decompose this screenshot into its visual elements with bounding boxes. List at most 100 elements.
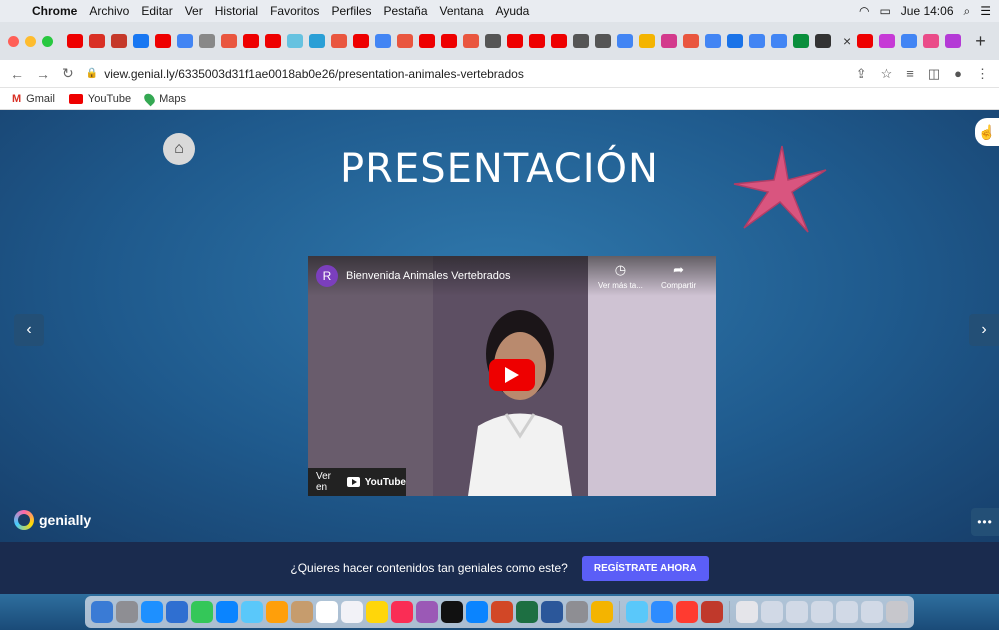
tab-favicon[interactable] [331,34,347,48]
tab-favicon[interactable] [749,34,765,48]
channel-avatar[interactable]: R [316,265,338,287]
menu-pestana[interactable]: Pestaña [383,4,427,18]
document-thumbnail-icon[interactable] [786,601,808,623]
new-tab-button[interactable]: + [975,31,986,52]
tab-favicon[interactable] [923,34,940,48]
tab-favicon[interactable] [265,34,281,48]
tab-favicon[interactable] [155,34,171,48]
touch-interaction-icon[interactable]: ☝ [975,118,999,146]
menu-ayuda[interactable]: Ayuda [496,4,530,18]
genially-brand-link[interactable]: genially [14,510,91,530]
tab-favicon[interactable] [639,34,655,48]
menu-ver[interactable]: Ver [185,4,203,18]
tab-favicon[interactable] [419,34,435,48]
tab-favicon[interactable] [793,34,809,48]
reading-list-icon[interactable]: ≡ [906,66,914,82]
dictionary-icon[interactable] [701,601,723,623]
menu-editar[interactable]: Editar [141,4,172,18]
document-thumbnail-icon[interactable] [761,601,783,623]
contacts-icon[interactable] [291,601,313,623]
tab-favicon[interactable] [529,34,545,48]
battery-icon[interactable]: ▭ [879,4,890,18]
calendar-icon[interactable] [316,601,338,623]
tab-favicon[interactable] [661,34,677,48]
maps-icon[interactable] [241,601,263,623]
tab-favicon[interactable] [397,34,413,48]
register-now-button[interactable]: REGÍSTRATE AHORA [581,555,709,581]
tab-favicon[interactable] [705,34,721,48]
chrome-icon[interactable] [591,601,613,623]
menu-ventana[interactable]: Ventana [440,4,484,18]
word-icon[interactable] [541,601,563,623]
tab-favicon[interactable] [617,34,633,48]
tab-favicon[interactable] [595,34,611,48]
tab-favicon[interactable] [771,34,787,48]
close-tab-icon[interactable]: × [843,33,851,49]
control-center-icon[interactable]: ☰ [980,4,991,18]
zoom-window-icon[interactable] [42,35,53,47]
tab-favicon[interactable] [243,34,259,48]
mail-icon[interactable] [166,601,188,623]
podcasts-icon[interactable] [416,601,438,623]
tab-favicon[interactable] [507,34,523,48]
finder-icon[interactable] [91,601,113,623]
launchpad-icon[interactable] [116,601,138,623]
close-window-icon[interactable] [8,35,19,47]
safari-icon[interactable] [141,601,163,623]
clock-text[interactable]: Jue 14:06 [901,4,954,18]
play-button[interactable] [489,359,535,391]
menu-perfiles[interactable]: Perfiles [331,4,371,18]
search-icon[interactable]: ⌕ [964,4,971,19]
tab-favicon[interactable] [221,34,237,48]
youtube-embed[interactable]: R Bienvenida Animales Vertebrados ◷ Ver … [308,256,716,496]
lock-icon[interactable]: 🔒 [86,68,98,79]
tab-favicon[interactable] [287,34,303,48]
zoom-icon[interactable] [651,601,673,623]
tab-favicon[interactable] [441,34,457,48]
tab-favicon[interactable] [485,34,501,48]
reminders-icon[interactable] [341,601,363,623]
tab-favicon[interactable] [309,34,325,48]
app-icon[interactable] [676,601,698,623]
app-store-icon[interactable] [466,601,488,623]
menu-app-name[interactable]: Chrome [32,4,77,18]
tab-favicon[interactable] [945,34,962,48]
preview-icon[interactable] [626,601,648,623]
bookmark-gmail[interactable]: M Gmail [12,93,55,105]
document-thumbnail-icon[interactable] [861,601,883,623]
tab-favicon[interactable] [727,34,743,48]
bookmark-maps[interactable]: Maps [142,91,186,106]
powerpoint-icon[interactable] [491,601,513,623]
music-icon[interactable] [391,601,413,623]
watch-later-button[interactable]: ◷ Ver más ta... [598,262,643,290]
document-thumbnail-icon[interactable] [811,601,833,623]
menu-historial[interactable]: Historial [215,4,258,18]
system-preferences-icon[interactable] [566,601,588,623]
tab-favicon[interactable] [353,34,369,48]
url-text[interactable]: view.genial.ly/6335003d31f1ae0018ab0e26/… [104,67,524,81]
tab-favicon[interactable] [683,34,699,48]
photos-icon[interactable] [266,601,288,623]
share-button[interactable]: ➦ Compartir [661,262,696,290]
more-options-button[interactable]: ••• [971,508,999,536]
notes-icon[interactable] [366,601,388,623]
tab-favicon[interactable] [177,34,193,48]
video-title[interactable]: Bienvenida Animales Vertebrados [346,270,511,282]
trash-icon[interactable] [886,601,908,623]
bookmark-youtube[interactable]: YouTube [68,93,131,105]
facetime-icon[interactable] [191,601,213,623]
tab-favicon[interactable] [901,34,918,48]
tab-favicon[interactable] [67,34,83,48]
profile-avatar[interactable]: ● [954,66,962,82]
bookmark-star-icon[interactable]: ☆ [881,66,893,82]
tv-icon[interactable] [441,601,463,623]
url-field[interactable]: 🔒 view.genial.ly/6335003d31f1ae0018ab0e2… [86,67,524,81]
tab-favicon[interactable] [89,34,105,48]
document-thumbnail-icon[interactable] [836,601,858,623]
tab-favicon[interactable] [857,34,874,48]
excel-icon[interactable] [516,601,538,623]
prev-slide-button[interactable]: ‹ [14,314,44,346]
chrome-menu-icon[interactable]: ⋮ [976,66,989,82]
tab-favicon[interactable] [133,34,149,48]
tab-favicon[interactable] [111,34,127,48]
